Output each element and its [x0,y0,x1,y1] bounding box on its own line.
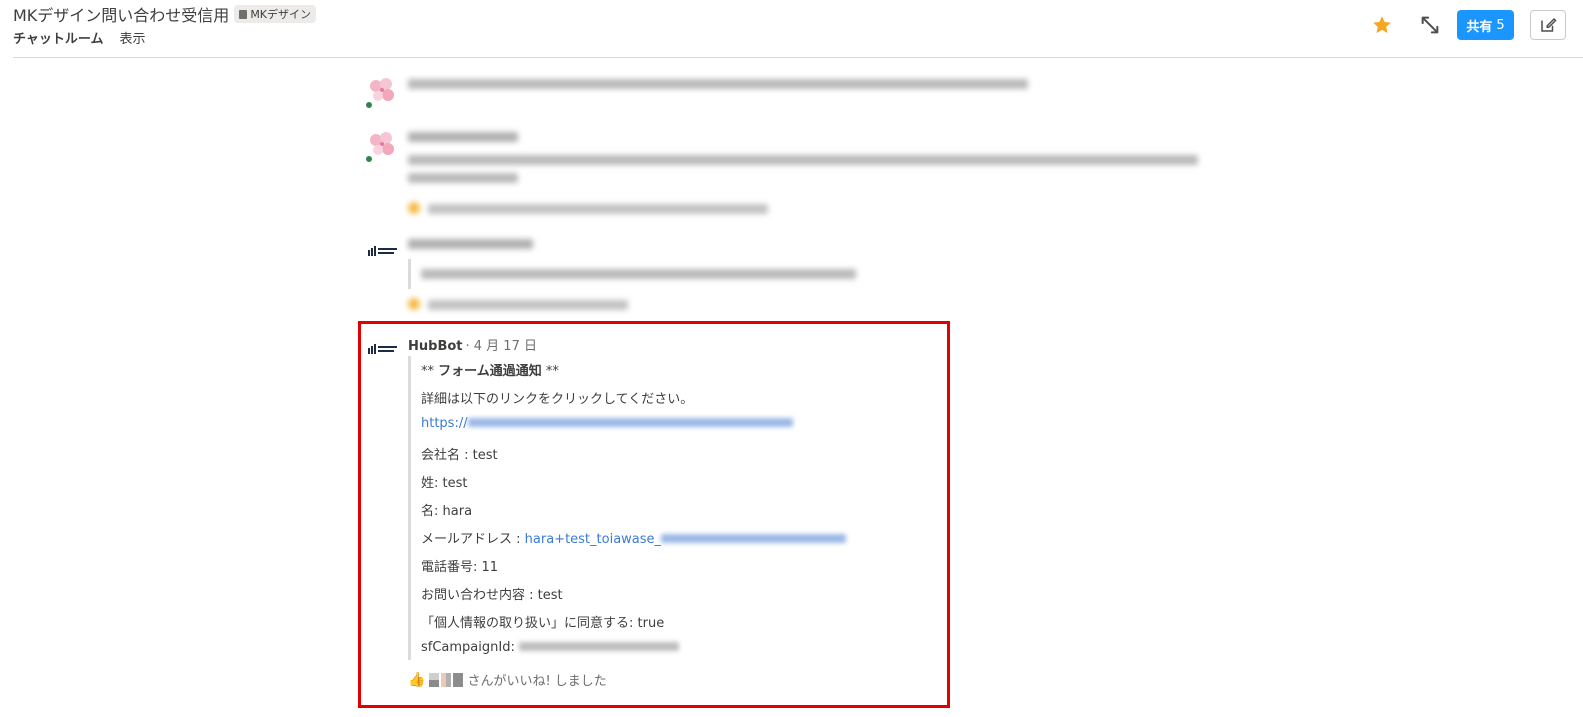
blurred-author-line [408,131,518,145]
share-button[interactable]: 共有 5 [1457,10,1514,40]
message-line: お問い合わせ内容 : test [421,588,563,603]
message-line: 名: hara [421,504,473,519]
blurred-author-line [408,238,533,252]
heading-text: フォーム通過通知 [438,364,542,379]
blurred-message-text [408,172,518,186]
blurred-message-text [421,268,856,282]
blurred-message-text [408,154,1198,168]
edit-button[interactable] [1530,10,1566,40]
like-row: 👍 さんがいいね! しました [408,670,607,690]
blurred-campaign-value [518,640,679,655]
online-status-icon [365,101,373,109]
edit-note-icon [1541,17,1557,32]
author-name[interactable]: HubBot [408,339,463,354]
message-line: 詳細は以下のリンクをクリックしてください。 [421,392,694,407]
message-line: 姓: test [421,476,468,491]
message-date[interactable]: · 4 月 17 日 [466,335,537,354]
group-badge-label: MKデザイン [250,8,312,21]
message-line: 会社名 : test [421,448,498,463]
bot-logo-icon [368,246,397,256]
message-line-heading: ** フォーム通過通知 ** [421,360,559,379]
quote-bar [408,259,411,289]
page-title: MKデザイン問い合わせ受信用 [13,6,230,25]
email-label: メールアドレス : [421,532,525,547]
message-author-line: HubBot · 4 月 17 日 [408,335,537,354]
campaign-label: sfCampaignId: [421,640,519,655]
header-divider [13,57,1583,58]
message-campaign-line: sfCampaignId: [421,640,679,655]
quote-bar [408,356,411,660]
thumbs-up-icon: 👍 [408,671,426,688]
tab-view[interactable]: 表示 [119,28,145,47]
message-email-line: メールアドレス : hara+test_toiawase_ [421,528,847,547]
expand-arrows-icon[interactable] [1419,14,1441,36]
heading-suffix: ** [541,364,559,379]
blurred-like-line [408,298,628,313]
heading-prefix: ** [421,364,439,379]
tab-chat-room[interactable]: チャットルーム [13,28,103,47]
email-link[interactable]: hara+test_toiawase_ [525,532,661,547]
title-row: MKデザイン問い合わせ受信用 MKデザイン [13,2,317,26]
censored-name-block [453,672,464,687]
blurred-like-line [408,202,768,217]
online-status-icon [365,155,373,163]
blurred-system-message [408,78,1028,92]
blurred-link-text[interactable] [661,532,847,547]
blurred-link-text[interactable] [467,416,793,431]
message-line: 「個人情報の取り扱い」に同意する: true [421,616,665,631]
star-icon[interactable] [1371,14,1393,36]
group-badge[interactable]: MKデザイン [234,5,317,23]
group-icon [239,9,248,19]
record-link[interactable]: https:// [421,416,468,431]
share-label: 共有 [1466,19,1493,35]
censored-name-block [441,672,452,687]
like-text: さんがいいね! しました [467,674,607,689]
censored-name-block [429,672,440,687]
message-line: 電話番号: 11 [421,560,499,575]
chat-header: MKデザイン問い合わせ受信用 MKデザイン チャットルーム 表示 共有 5 [0,0,1583,58]
message-link-line[interactable]: https:// [421,416,793,431]
bot-logo-icon [368,344,397,354]
sub-tabs: チャットルーム 表示 [13,28,146,47]
share-count: 5 [1496,17,1505,33]
